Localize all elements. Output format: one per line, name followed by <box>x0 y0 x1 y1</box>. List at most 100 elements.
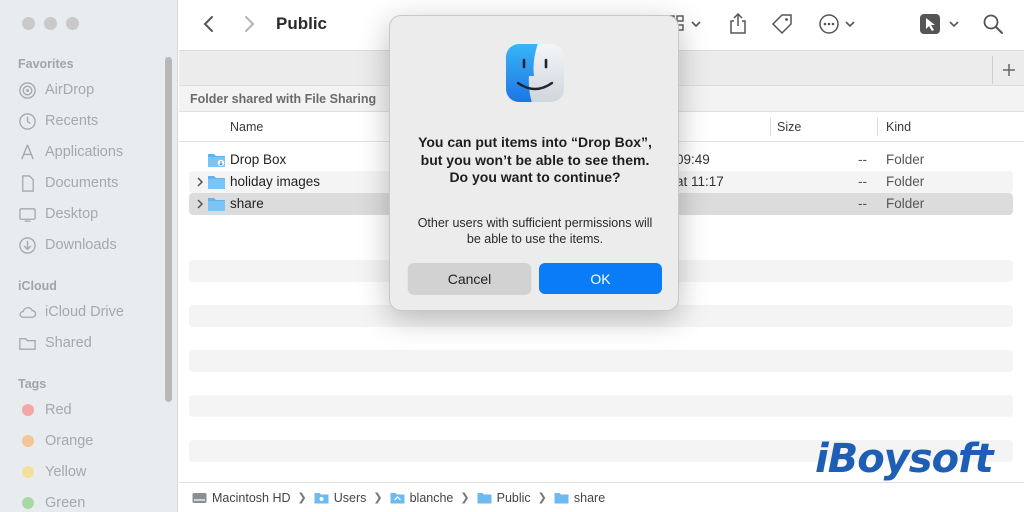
column-kind[interactable]: Kind <box>886 120 911 134</box>
zoom-window-button[interactable] <box>66 17 79 30</box>
sidebar-item-icloud-drive[interactable]: iCloud Drive <box>18 301 124 323</box>
cloud-icon <box>19 306 37 318</box>
path-item-blanche[interactable]: blanche <box>390 490 454 505</box>
sidebar-item-label: AirDrop <box>45 82 95 98</box>
sidebar-item-applications[interactable]: Applications <box>18 141 123 163</box>
sidebar-item-label: Red <box>45 402 72 418</box>
path-label: blanche <box>409 490 454 505</box>
sidebar-item-label: Applications <box>45 144 124 160</box>
minimize-window-button[interactable] <box>44 17 57 30</box>
window-controls <box>22 17 79 30</box>
column-divider[interactable] <box>877 118 878 136</box>
users-folder-icon <box>314 492 329 503</box>
file-size: -- <box>858 152 867 167</box>
file-name: share <box>230 196 264 211</box>
file-size: -- <box>858 174 867 189</box>
home-folder-icon <box>390 492 405 503</box>
dialog-title: You can put items into “Drop Box”, but y… <box>418 134 652 185</box>
plus-icon <box>1002 64 1015 76</box>
folder-icon <box>208 176 225 189</box>
search-button[interactable] <box>982 12 1004 36</box>
path-separator-icon: ❯ <box>297 492 307 504</box>
sidebar-tag-orange[interactable]: Orange <box>18 430 93 452</box>
forward-button[interactable] <box>237 12 261 36</box>
sidebar-item-label: Shared <box>45 335 92 351</box>
share-icon <box>730 13 746 34</box>
download-icon <box>19 236 36 254</box>
path-separator-icon: ❯ <box>373 492 383 504</box>
sidebar-section-tags: Tags <box>18 377 47 391</box>
sidebar-item-desktop[interactable]: Desktop <box>18 203 98 225</box>
disclosure-chevron-icon[interactable] <box>194 198 206 210</box>
file-date: 09:49 <box>676 152 710 167</box>
tag-icon <box>771 14 792 35</box>
back-button[interactable] <box>197 12 221 36</box>
path-separator-icon: ❯ <box>460 492 470 504</box>
file-kind: Folder <box>886 196 925 211</box>
file-date: at 11:17 <box>676 174 724 189</box>
disclosure-chevron-icon[interactable] <box>194 176 206 188</box>
sidebar-scrollbar[interactable] <box>165 57 172 402</box>
sidebar-section-favorites: Favorites <box>18 57 74 71</box>
sidebar-item-label: Yellow <box>45 464 87 480</box>
column-name[interactable]: Name <box>230 120 263 134</box>
path-item-macintosh-hd[interactable]: Macintosh HD <box>192 491 291 505</box>
path-label: Public <box>496 490 531 505</box>
folder-icon <box>554 492 569 503</box>
desktop-icon <box>19 207 36 222</box>
share-button[interactable] <box>728 12 748 36</box>
banner-text: Folder shared with File Sharing <box>190 92 377 106</box>
airdrop-icon <box>19 81 36 99</box>
tag-dot-icon <box>22 435 34 447</box>
path-item-users[interactable]: Users <box>314 491 366 505</box>
file-kind: Folder <box>886 152 925 167</box>
alert-dialog: You can put items into “Drop Box”, but y… <box>389 15 679 311</box>
ellipsis-circle-icon <box>819 14 855 34</box>
more-actions-button[interactable] <box>818 12 858 36</box>
new-tab-button[interactable] <box>992 56 1024 84</box>
ok-button[interactable]: OK <box>539 263 662 294</box>
chevron-left-icon <box>203 16 213 32</box>
path-item-share[interactable]: share <box>554 491 605 505</box>
sidebar-tag-yellow[interactable]: Yellow <box>18 461 86 483</box>
sidebar-tag-green[interactable]: Green <box>18 492 85 512</box>
cursor-icon <box>920 14 959 34</box>
finder-icon <box>506 44 564 102</box>
sidebar-item-label: Green <box>45 495 86 511</box>
public-folder-icon <box>477 492 492 503</box>
file-name: holiday images <box>230 174 321 189</box>
tag-button[interactable] <box>771 12 793 36</box>
tag-dot-icon <box>22 404 34 416</box>
shared-folder-icon <box>19 337 36 350</box>
pointer-tool-button[interactable] <box>919 12 963 36</box>
sidebar-tag-red[interactable]: Red <box>18 399 72 421</box>
hard-drive-icon <box>192 492 207 503</box>
clock-icon <box>19 112 36 130</box>
sidebar-item-label: Desktop <box>45 206 99 222</box>
sidebar-item-label: Orange <box>45 433 94 449</box>
sidebar-item-downloads[interactable]: Downloads <box>18 234 117 256</box>
close-window-button[interactable] <box>22 17 35 30</box>
sidebar-item-label: iCloud Drive <box>45 304 124 320</box>
sidebar-item-label: Documents <box>45 175 119 191</box>
cancel-button[interactable]: Cancel <box>408 263 531 294</box>
sidebar-section-icloud: iCloud <box>18 279 57 293</box>
chevron-right-icon <box>245 16 255 32</box>
empty-row <box>189 395 1013 417</box>
tag-dot-icon <box>22 466 34 478</box>
tag-dot-icon <box>22 497 34 509</box>
sidebar-item-label: Downloads <box>45 237 117 253</box>
sidebar-item-documents[interactable]: Documents <box>18 172 118 194</box>
applications-icon <box>21 144 34 159</box>
path-separator-icon: ❯ <box>537 492 547 504</box>
sidebar-item-airdrop[interactable]: AirDrop <box>18 79 94 101</box>
file-size: -- <box>858 196 867 211</box>
file-name: Drop Box <box>230 152 287 167</box>
column-size[interactable]: Size <box>777 120 801 134</box>
sidebar-item-recents[interactable]: Recents <box>18 110 98 132</box>
path-label: share <box>573 490 606 505</box>
sidebar-item-label: Recents <box>45 113 99 129</box>
sidebar-item-shared[interactable]: Shared <box>18 332 92 354</box>
column-divider[interactable] <box>770 118 771 136</box>
path-item-public[interactable]: Public <box>477 491 531 505</box>
